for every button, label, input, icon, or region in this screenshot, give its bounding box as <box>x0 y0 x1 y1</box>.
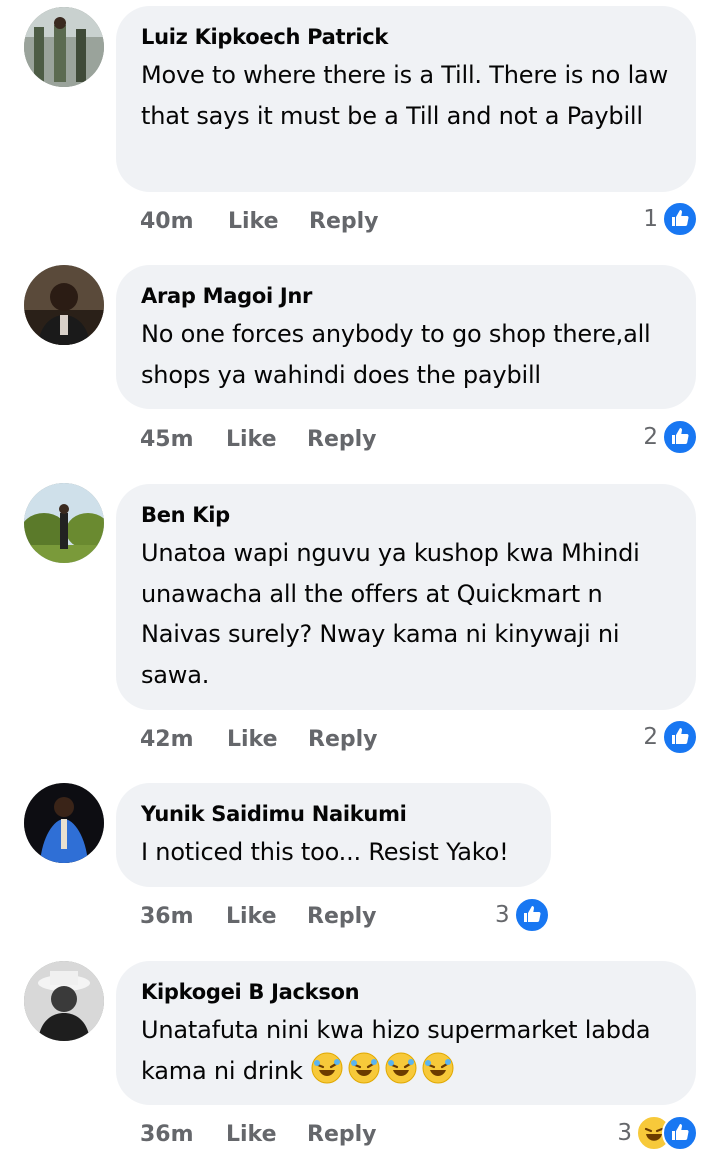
reply-button[interactable]: Reply <box>307 424 377 456</box>
avatar[interactable] <box>24 961 104 1041</box>
rolling-laughing-emoji <box>384 1051 418 1085</box>
comment-time[interactable]: 45m <box>140 424 194 456</box>
like-button[interactable]: Like <box>228 206 279 238</box>
reaction-count: 3 <box>495 901 510 928</box>
comment-time[interactable]: 36m <box>140 1119 194 1151</box>
comment-time[interactable]: 40m <box>140 206 194 238</box>
like-icon <box>662 1114 698 1151</box>
like-icon <box>662 718 698 755</box>
comment-author[interactable]: Ben Kip <box>141 500 668 530</box>
reaction-summary[interactable]: 1 <box>643 200 698 237</box>
rolling-laughing-emoji <box>347 1051 381 1085</box>
reply-button[interactable]: Reply <box>307 1119 377 1151</box>
comment-time[interactable]: 36m <box>140 901 194 933</box>
comment-author[interactable]: Arap Magoi Jnr <box>141 281 668 311</box>
reply-button[interactable]: Reply <box>308 724 378 756</box>
like-icon <box>513 896 550 933</box>
avatar[interactable] <box>24 483 104 563</box>
comment-author[interactable]: Luiz Kipkoech Patrick <box>141 22 668 52</box>
like-icon <box>662 418 698 455</box>
like-button[interactable]: Like <box>226 1119 277 1151</box>
avatar[interactable] <box>24 7 104 87</box>
comment-text: No one forces anybody to go shop there,a… <box>141 320 651 389</box>
comment-author[interactable]: Yunik Saidimu Naikumi <box>141 799 523 829</box>
like-button[interactable]: Like <box>226 424 277 456</box>
avatar[interactable] <box>24 783 104 863</box>
comment-time[interactable]: 42m <box>140 724 194 756</box>
reply-button[interactable]: Reply <box>309 206 379 238</box>
like-icon <box>662 200 698 237</box>
reaction-count: 2 <box>643 723 658 750</box>
comment-author[interactable]: Kipkogei B Jackson <box>141 977 668 1007</box>
reaction-summary[interactable]: 2 <box>643 418 698 455</box>
comment-bubble: Luiz Kipkoech Patrick Move to where ther… <box>116 6 696 192</box>
comment-text: Unatoa wapi nguvu ya kushop kwa Mhindi u… <box>141 539 640 689</box>
rolling-laughing-emoji <box>310 1051 344 1085</box>
comment-text: Unatafuta nini kwa hizo supermarket labd… <box>141 1016 651 1085</box>
like-button[interactable]: Like <box>227 724 278 756</box>
like-button[interactable]: Like <box>226 901 277 933</box>
comment-bubble: Arap Magoi Jnr No one forces anybody to … <box>116 265 696 409</box>
reaction-count: 1 <box>643 205 658 232</box>
reaction-summary[interactable]: 2 <box>643 718 698 755</box>
rolling-laughing-emoji <box>421 1051 455 1085</box>
reaction-summary[interactable]: 3 <box>495 896 550 933</box>
avatar[interactable] <box>24 265 104 345</box>
comment-text: I noticed this too... Resist Yako! <box>141 838 509 866</box>
reaction-summary[interactable]: 3 <box>617 1114 698 1151</box>
reaction-count: 2 <box>643 423 658 450</box>
comment-bubble: Yunik Saidimu Naikumi I noticed this too… <box>116 783 551 887</box>
reply-button[interactable]: Reply <box>307 901 377 933</box>
comment-bubble: Ben Kip Unatoa wapi nguvu ya kushop kwa … <box>116 484 696 710</box>
comment-text: Move to where there is a Till. There is … <box>141 61 668 130</box>
reaction-count: 3 <box>617 1119 632 1146</box>
comment-bubble: Kipkogei B Jackson Unatafuta nini kwa hi… <box>116 961 696 1105</box>
